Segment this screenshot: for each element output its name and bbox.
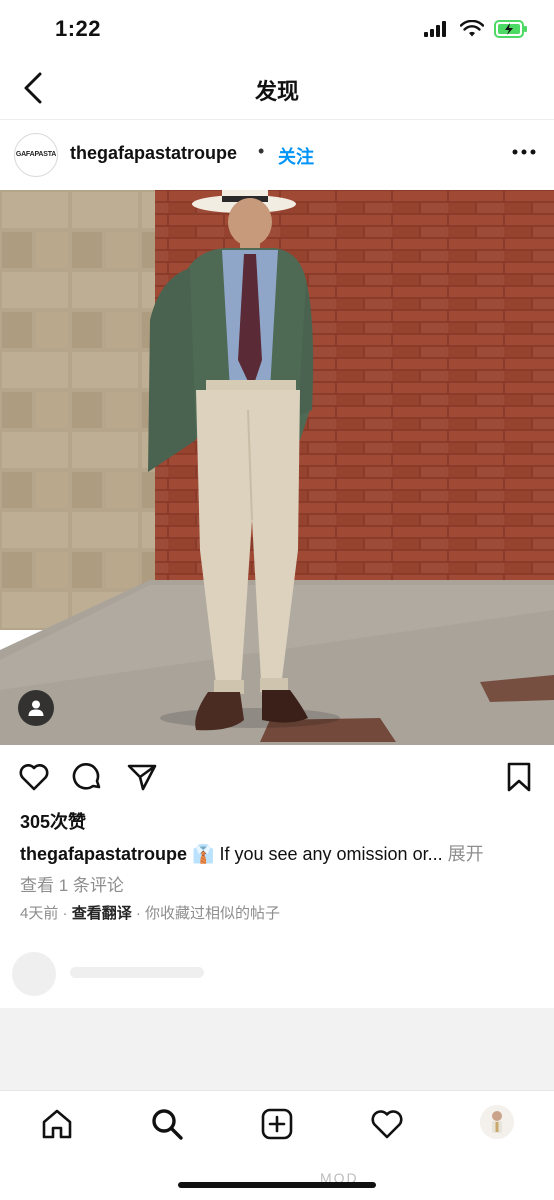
person-icon	[28, 700, 44, 716]
like-button[interactable]	[18, 761, 50, 793]
post-caption: thegafapastatroupe 👔 If you see any omis…	[20, 840, 540, 866]
caption-text: If you see any omission or...	[214, 844, 443, 864]
plus-square-icon	[261, 1108, 293, 1140]
post-photo[interactable]	[0, 190, 554, 745]
loading-text-placeholder	[70, 967, 204, 978]
view-comments-link[interactable]: 查看 1 条评论	[20, 871, 124, 896]
post-time-ago: 4天前	[20, 905, 59, 922]
status-time: 1:22	[55, 16, 102, 41]
status-bar: 1:22	[0, 0, 554, 58]
post-meta: 4天前 · 查看翻译 · 你收藏过相似的帖子	[20, 902, 280, 923]
more-options-button[interactable]	[512, 142, 536, 162]
tab-activity[interactable]	[370, 1107, 404, 1141]
post-username[interactable]: thegafapastatroupe	[70, 143, 237, 164]
loading-avatar-placeholder	[12, 952, 56, 996]
avatar[interactable]: GAFAPASTA	[14, 133, 58, 177]
caption-username[interactable]: thegafapastatroupe	[20, 844, 187, 864]
wifi-icon	[460, 20, 484, 37]
meta-separator: ·	[135, 905, 146, 922]
home-indicator[interactable]	[178, 1182, 376, 1188]
heart-icon	[19, 764, 49, 791]
profile-avatar-image	[480, 1105, 514, 1139]
status-icons	[424, 20, 528, 38]
tab-search[interactable]	[150, 1107, 184, 1141]
caption-emoji: 👔	[192, 844, 215, 864]
follow-button[interactable]: 关注	[278, 143, 314, 169]
comment-button[interactable]	[72, 761, 104, 793]
post-header: GAFAPASTA thegafapastatroupe • 关注	[0, 120, 554, 190]
battery-charging-icon	[494, 20, 527, 38]
heart-icon	[371, 1110, 403, 1139]
avatar-logo-text: GAFAPASTA	[15, 151, 57, 158]
search-icon	[152, 1109, 183, 1140]
home-icon	[42, 1109, 72, 1139]
loading-post-placeholder	[0, 1008, 554, 1090]
share-button[interactable]	[126, 761, 158, 793]
post-image	[0, 190, 554, 745]
more-horizontal-icon	[512, 149, 536, 155]
tagged-users-button[interactable]	[18, 690, 54, 726]
cellular-signal-icon	[424, 21, 446, 37]
post-actions	[0, 755, 554, 799]
page-title: 发现	[254, 79, 299, 104]
translate-link[interactable]: 查看翻译	[72, 905, 132, 922]
separator-dot: •	[258, 141, 265, 161]
bookmark-icon	[507, 762, 531, 792]
meta-separator: ·	[62, 905, 72, 922]
caption-expand-link[interactable]: 展开	[443, 844, 484, 864]
tab-home[interactable]	[40, 1107, 74, 1141]
likes-count[interactable]: 305次赞	[20, 808, 86, 834]
tab-create[interactable]	[260, 1107, 294, 1141]
nav-header: 发现	[0, 58, 554, 120]
similar-saved-note: 你收藏过相似的帖子	[145, 905, 281, 922]
comment-icon	[72, 763, 101, 790]
tab-profile-avatar[interactable]	[480, 1105, 514, 1139]
send-icon	[127, 764, 157, 791]
save-button[interactable]	[503, 761, 535, 793]
